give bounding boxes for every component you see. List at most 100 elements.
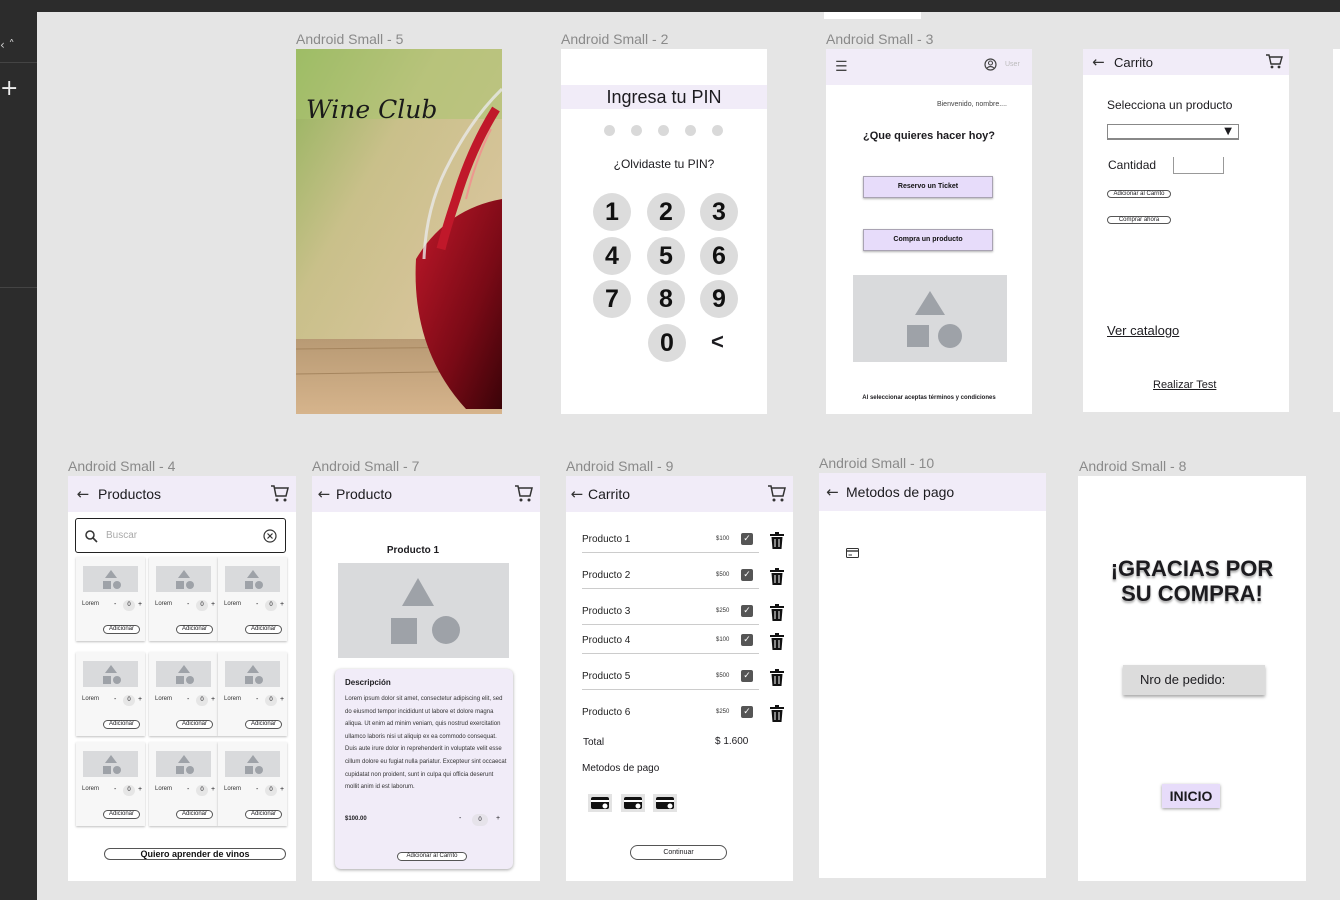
key-9[interactable]: 9 [700, 280, 738, 318]
cart-icon[interactable] [767, 484, 787, 502]
quantity-input[interactable] [1173, 157, 1224, 174]
buy-product-button[interactable]: Compra un producto [863, 229, 993, 251]
checkbox[interactable]: ✓ [741, 634, 753, 646]
frame-splash[interactable]: Wine Club [296, 49, 502, 414]
decrement-button[interactable]: - [256, 696, 258, 703]
decrement-button[interactable]: - [114, 786, 116, 793]
increment-button[interactable]: + [211, 601, 215, 608]
key-3[interactable]: 3 [700, 193, 738, 231]
checkbox[interactable]: ✓ [741, 605, 753, 617]
key-8[interactable]: 8 [647, 280, 685, 318]
payment-card-option[interactable] [588, 794, 612, 812]
decrement-button[interactable]: - [187, 786, 189, 793]
forgot-pin-link[interactable]: ¿Olvidaste tu PIN? [561, 157, 767, 171]
reserve-ticket-button[interactable]: Reservo un Ticket [863, 176, 993, 198]
add-to-cart-button[interactable]: Adicionar al Carrito [397, 852, 467, 861]
delete-icon[interactable] [770, 705, 784, 722]
add-button[interactable]: Adicionar [176, 625, 213, 634]
frame-cart-select[interactable]: ← Carrito Selecciona un producto ▼ Canti… [1083, 49, 1289, 412]
product-card[interactable]: Lorem -0 + Adicionar [76, 557, 145, 641]
key-0[interactable]: 0 [648, 324, 686, 362]
product-card[interactable]: Lorem -0 + Adicionar [218, 557, 287, 641]
back-arrow-icon[interactable]: ← [819, 483, 846, 501]
cart-icon[interactable] [514, 484, 534, 502]
decrement-button[interactable]: - [256, 786, 258, 793]
delete-icon[interactable] [770, 604, 784, 621]
credit-card-icon[interactable] [846, 548, 859, 558]
product-card[interactable]: Lorem -0 + Adicionar [149, 652, 218, 736]
add-button[interactable]: Adicionar [245, 625, 282, 634]
decrement-button[interactable]: - [256, 601, 258, 608]
quantity-value[interactable]: 0 [472, 814, 488, 826]
increment-button[interactable]: + [138, 696, 142, 703]
cart-icon[interactable] [270, 484, 290, 502]
frame-pin[interactable]: Ingresa tu PIN ¿Olvidaste tu PIN? 1 2 3 … [561, 49, 767, 414]
back-arrow-icon[interactable]: ← [566, 485, 588, 503]
home-button[interactable]: INICIO [1162, 784, 1220, 808]
quantity-value[interactable]: 0 [123, 785, 135, 796]
add-to-cart-button[interactable]: Adicionar al Carrito [1107, 190, 1171, 198]
quantity-value[interactable]: 0 [265, 785, 277, 796]
decrement-button[interactable]: - [459, 815, 461, 822]
checkbox[interactable]: ✓ [741, 533, 753, 545]
frame-home[interactable]: ☰ User Bienvenido, nombre.... ¿Que quier… [826, 49, 1032, 414]
back-arrow-icon[interactable]: ← [312, 485, 336, 503]
add-button[interactable]: Adicionar [103, 810, 140, 819]
test-link[interactable]: Realizar Test [1153, 379, 1216, 391]
product-card[interactable]: Lorem -0 + Adicionar [76, 742, 145, 826]
catalog-link[interactable]: Ver catalogo [1107, 323, 1179, 338]
search-input[interactable]: Buscar [106, 530, 137, 541]
increment-button[interactable]: + [280, 601, 284, 608]
product-card[interactable]: Lorem -0 + Adicionar [218, 742, 287, 826]
checkbox[interactable]: ✓ [741, 706, 753, 718]
quantity-value[interactable]: 0 [196, 785, 208, 796]
backspace-key[interactable]: < [711, 329, 724, 355]
continue-button[interactable]: Continuar [630, 845, 727, 860]
key-7[interactable]: 7 [593, 280, 631, 318]
add-button[interactable]: Adicionar [245, 810, 282, 819]
increment-button[interactable]: + [211, 696, 215, 703]
quantity-value[interactable]: 0 [265, 695, 277, 706]
decrement-button[interactable]: - [114, 696, 116, 703]
quantity-value[interactable]: 0 [265, 600, 277, 611]
add-button[interactable]: Adicionar [245, 720, 282, 729]
frame-thanks[interactable]: ¡GRACIAS POR SU COMPRA! Nro de pedido: I… [1078, 476, 1306, 881]
key-4[interactable]: 4 [593, 237, 631, 275]
delete-icon[interactable] [770, 633, 784, 650]
product-select[interactable]: ▼ [1107, 124, 1239, 140]
checkbox[interactable]: ✓ [741, 670, 753, 682]
payment-card-option[interactable] [653, 794, 677, 812]
frame-product[interactable]: ← Producto Producto 1 Descripción Lorem … [312, 476, 540, 881]
back-arrow-icon[interactable]: ← [1083, 53, 1114, 71]
chevron-up-icon[interactable]: ‹ ˄ [0, 38, 15, 52]
quantity-value[interactable]: 0 [196, 600, 208, 611]
frame-products[interactable]: ← Productos Buscar Lorem -0 + Adicionar Lore… [68, 476, 296, 881]
delete-icon[interactable] [770, 568, 784, 585]
back-arrow-icon[interactable]: ← [68, 485, 98, 503]
increment-button[interactable]: + [138, 786, 142, 793]
add-button[interactable]: Adicionar [103, 625, 140, 634]
key-5[interactable]: 5 [647, 237, 685, 275]
add-button[interactable]: Adicionar [176, 810, 213, 819]
payment-card-option[interactable] [621, 794, 645, 812]
frame-payment[interactable]: ← Metodos de pago [819, 473, 1046, 878]
increment-button[interactable]: + [138, 601, 142, 608]
key-2[interactable]: 2 [647, 193, 685, 231]
checkbox[interactable]: ✓ [741, 569, 753, 581]
cart-icon[interactable] [1265, 53, 1283, 69]
add-icon[interactable]: + [0, 78, 18, 100]
product-card[interactable]: Lorem -0 + Adicionar [218, 652, 287, 736]
learn-wines-button[interactable]: Quiero aprender de vinos [104, 848, 286, 860]
account-icon[interactable] [984, 58, 997, 71]
frame-cart[interactable]: ← Carrito Producto 1 $100 ✓ Producto 2 $500 ✓… [566, 476, 793, 881]
add-button[interactable]: Adicionar [103, 720, 140, 729]
buy-now-button[interactable]: Comprar ahora [1107, 216, 1171, 224]
key-1[interactable]: 1 [593, 193, 631, 231]
delete-icon[interactable] [770, 669, 784, 686]
decrement-button[interactable]: - [187, 601, 189, 608]
key-6[interactable]: 6 [700, 237, 738, 275]
delete-icon[interactable] [770, 532, 784, 549]
product-card[interactable]: Lorem -0 + Adicionar [149, 557, 218, 641]
add-button[interactable]: Adicionar [176, 720, 213, 729]
increment-button[interactable]: + [211, 786, 215, 793]
